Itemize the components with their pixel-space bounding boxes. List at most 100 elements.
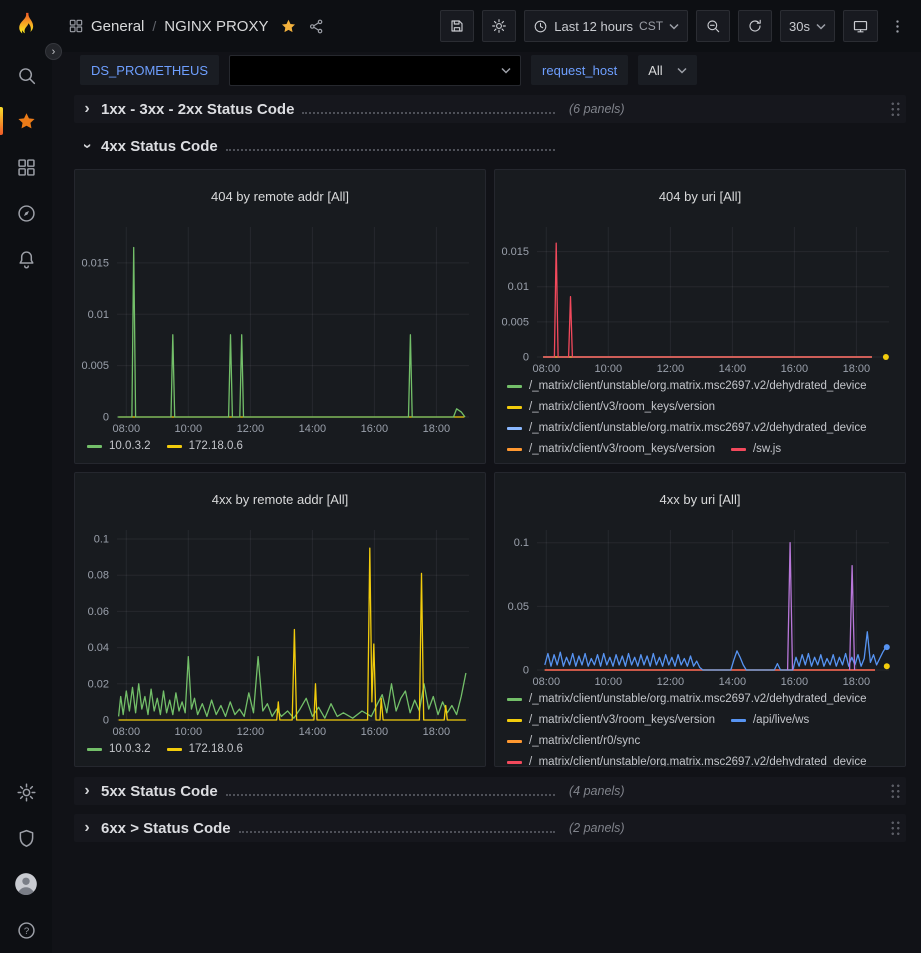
- kiosk-mode-button[interactable]: [843, 10, 878, 42]
- more-options-button[interactable]: [886, 18, 909, 35]
- svg-text:10:00: 10:00: [175, 726, 203, 738]
- chevron-right-icon: ›: [79, 783, 95, 799]
- sidebar-item-profile[interactable]: [0, 861, 52, 907]
- svg-text:0.08: 0.08: [88, 569, 109, 581]
- time-range-picker[interactable]: Last 12 hours CST: [524, 10, 688, 42]
- series-label: /_matrix/client/v3/room_keys/version: [529, 711, 715, 730]
- svg-text:08:00: 08:00: [113, 726, 141, 738]
- host-variable-select[interactable]: [229, 55, 521, 86]
- kebab-menu-icon: [889, 18, 906, 35]
- svg-text:16:00: 16:00: [781, 363, 809, 375]
- row-header-1xx-3xx-2xx[interactable]: › 1xx - 3xx - 2xx Status Code (6 panels): [74, 95, 906, 123]
- chevron-down-icon: ›: [79, 138, 95, 154]
- refresh-button[interactable]: [738, 10, 772, 42]
- panel-title[interactable]: 4xx by uri [All]: [495, 484, 905, 509]
- legend-item[interactable]: /_matrix/client/unstable/org.matrix.msc2…: [507, 377, 867, 396]
- legend-item[interactable]: 172.18.0.6: [167, 740, 243, 759]
- legend-item[interactable]: 172.18.0.6: [167, 437, 243, 456]
- refresh-interval-picker[interactable]: 30s: [780, 10, 835, 42]
- favorite-star-icon[interactable]: [280, 18, 297, 35]
- svg-text:0.01: 0.01: [88, 308, 109, 320]
- row-drag-handle[interactable]: [890, 783, 901, 800]
- row-header-5xx[interactable]: › 5xx Status Code (4 panels): [74, 777, 906, 805]
- panel-legend: 10.0.3.2 172.18.0.6: [75, 740, 485, 766]
- chevron-down-icon: [501, 67, 511, 74]
- grafana-logo[interactable]: [0, 0, 52, 52]
- gear-icon: [491, 18, 507, 34]
- legend-item[interactable]: 10.0.3.2: [87, 437, 151, 456]
- panel-title[interactable]: 404 by uri [All]: [495, 181, 905, 206]
- toolbar-right: Last 12 hours CST 30s: [440, 10, 909, 42]
- series-label: /_matrix/client/unstable/org.matrix.msc2…: [529, 753, 867, 766]
- svg-text:08:00: 08:00: [533, 363, 561, 375]
- legend-item[interactable]: 10.0.3.2: [87, 740, 151, 759]
- sidebar-item-configuration[interactable]: [0, 769, 52, 815]
- panel-title[interactable]: 4xx by remote addr [All]: [75, 484, 485, 509]
- dashboards-grid-icon: [16, 157, 37, 178]
- legend-item[interactable]: /api/live/ws: [731, 711, 809, 730]
- sidebar-item-explore[interactable]: [0, 190, 52, 236]
- row-drag-handle[interactable]: [890, 820, 901, 837]
- refresh-icon: [747, 18, 763, 34]
- svg-text:14:00: 14:00: [719, 363, 747, 375]
- request-host-value: All: [648, 63, 662, 78]
- time-series-chart[interactable]: 00.0050.010.01508:0010:0012:0014:0016:00…: [495, 217, 905, 377]
- legend-item[interactable]: /_matrix/client/r0/sync: [507, 732, 640, 751]
- row-drag-handle[interactable]: [890, 101, 901, 118]
- series-label: /api/live/ws: [753, 711, 809, 730]
- sidebar-item-dashboards[interactable]: [0, 144, 52, 190]
- sidebar-item-help[interactable]: ?: [0, 907, 52, 953]
- shield-icon: [16, 828, 37, 849]
- sidebar-expand-button[interactable]: ›: [45, 43, 62, 60]
- sidebar-item-server-admin[interactable]: [0, 815, 52, 861]
- row-header-6xx[interactable]: › 6xx > Status Code (2 panels): [74, 814, 906, 842]
- legend-item[interactable]: /sw.js: [731, 440, 781, 459]
- svg-text:12:00: 12:00: [657, 363, 685, 375]
- panel-title[interactable]: 404 by remote addr [All]: [75, 181, 485, 206]
- apps-grid-icon[interactable]: [68, 18, 84, 34]
- chevron-down-icon: [669, 23, 679, 30]
- legend-item[interactable]: /_matrix/client/unstable/org.matrix.msc2…: [507, 419, 867, 438]
- search-icon: [16, 65, 37, 86]
- compass-icon: [16, 203, 37, 224]
- svg-text:0.04: 0.04: [88, 642, 109, 654]
- legend-item[interactable]: /_matrix/client/v3/room_keys/version: [507, 711, 715, 730]
- sidebar-item-alerting[interactable]: [0, 236, 52, 282]
- series-color-dash: [507, 448, 522, 451]
- legend-item[interactable]: /_matrix/client/unstable/org.matrix.msc2…: [507, 753, 867, 766]
- dotted-leader: [226, 794, 555, 796]
- series-label: /_matrix/client/v3/room_keys/version: [529, 440, 715, 459]
- series-label: /_matrix/client/r0/sync: [529, 732, 640, 751]
- time-series-chart[interactable]: 00.050.108:0010:0012:0014:0016:0018:00: [495, 520, 905, 690]
- series-label: /_matrix/client/unstable/org.matrix.msc2…: [529, 377, 867, 396]
- row-header-4xx[interactable]: › 4xx Status Code: [74, 132, 906, 160]
- sidebar-item-starred[interactable]: [0, 98, 52, 144]
- sidebar-item-search[interactable]: [0, 52, 52, 98]
- request-host-variable-label[interactable]: request_host: [531, 55, 628, 85]
- svg-text:0: 0: [103, 411, 109, 423]
- time-series-chart[interactable]: 00.020.040.060.080.108:0010:0012:0014:00…: [75, 520, 485, 740]
- time-range-label: Last 12 hours: [554, 19, 633, 34]
- panel-legend: 10.0.3.2 172.18.0.6: [75, 437, 485, 463]
- svg-text:0: 0: [523, 351, 529, 363]
- share-icon[interactable]: [308, 18, 325, 35]
- legend-item[interactable]: /_matrix/client/unstable/org.matrix.msc2…: [507, 690, 867, 709]
- request-host-variable-select[interactable]: All: [638, 55, 696, 85]
- row-left: › 5xx Status Code: [79, 783, 559, 800]
- legend-item[interactable]: /_matrix/client/v3/room_keys/version: [507, 440, 715, 459]
- dashboard-settings-button[interactable]: [482, 10, 516, 42]
- zoom-out-time-button[interactable]: [696, 10, 730, 42]
- save-dashboard-button[interactable]: [440, 10, 474, 42]
- time-series-chart[interactable]: 00.0050.010.01508:0010:0012:0014:0016:00…: [75, 217, 485, 437]
- series-label: /_matrix/client/unstable/org.matrix.msc2…: [529, 690, 867, 709]
- legend-item[interactable]: /_matrix/client/v3/room_keys/version: [507, 398, 715, 417]
- svg-text:16:00: 16:00: [361, 726, 389, 738]
- sidebar: ?: [0, 0, 52, 953]
- svg-text:10:00: 10:00: [595, 363, 623, 375]
- breadcrumb-separator: /: [152, 18, 156, 34]
- chevron-right-icon: ›: [79, 101, 95, 117]
- dashboard-title[interactable]: NGINX PROXY: [164, 18, 268, 35]
- dotted-leader: [302, 112, 555, 114]
- breadcrumb-section[interactable]: General: [91, 18, 144, 35]
- datasource-variable-label[interactable]: DS_PROMETHEUS: [80, 55, 219, 85]
